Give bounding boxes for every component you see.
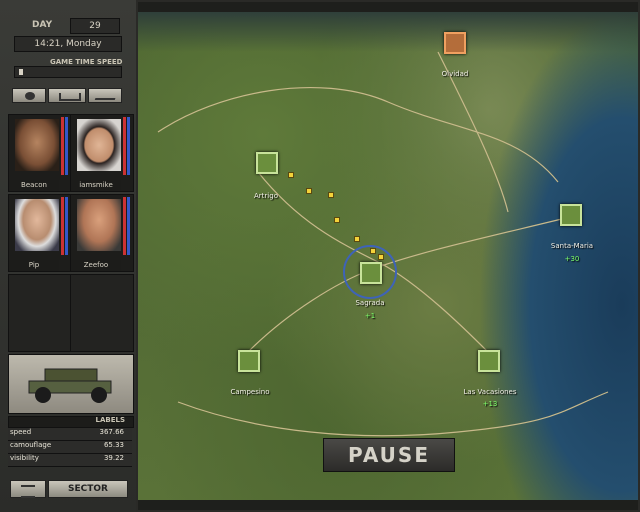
merc-name: Beacon: [9, 180, 59, 191]
town-marker-campesino[interactable]: [238, 350, 260, 372]
energy-bar: [65, 197, 68, 255]
town-name: Campesino: [230, 388, 270, 396]
stat-value: 39.22: [103, 454, 124, 462]
stat-value: 367.66: [99, 428, 125, 436]
town-value: +1: [364, 312, 376, 320]
mercenary-portrait-zeefoo[interactable]: Zeefoo: [70, 194, 134, 272]
left-panel: DAY 29 14:21, Monday GAME TIME SPEED Bea…: [0, 0, 138, 512]
town-name: Las Vacasiones: [463, 388, 517, 396]
face-beacon: [15, 119, 59, 171]
town-name: Sagrada: [355, 299, 385, 307]
empty-slot[interactable]: [8, 274, 72, 352]
world-map[interactable]: Olvidad Artrigo Santa-Maria +30 Sagrada …: [138, 12, 638, 500]
waypoint[interactable]: [328, 192, 334, 198]
town-marker-sagrada[interactable]: [360, 262, 382, 284]
vehicle-display[interactable]: [8, 354, 134, 414]
waypoint[interactable]: [306, 188, 312, 194]
stat-value: 65.33: [103, 441, 124, 449]
town-marker-santa-maria[interactable]: [560, 204, 582, 226]
stat-row-camouflage: camouflage 65.33: [8, 441, 132, 454]
waypoint[interactable]: [288, 172, 294, 178]
merc-name: Pip: [9, 260, 59, 271]
sleep-button[interactable]: [48, 88, 86, 103]
health-bar: [123, 117, 126, 175]
face-pip: [15, 199, 59, 251]
health-bar: [61, 117, 64, 175]
waypoint[interactable]: [334, 217, 340, 223]
waypoint[interactable]: [370, 248, 376, 254]
stop-icon: [25, 92, 35, 100]
energy-bar: [127, 197, 130, 255]
stat-label: camouflage: [10, 441, 52, 449]
stop-button[interactable]: [12, 88, 46, 103]
town-marker-olvidad[interactable]: [444, 32, 466, 54]
time-speed-slider[interactable]: [14, 66, 122, 78]
waypoint[interactable]: [354, 236, 360, 242]
town-name: Santa-Maria: [550, 242, 594, 250]
merc-name: iamsmike: [71, 180, 121, 191]
road-network: [157, 51, 609, 437]
sector-button[interactable]: SECTOR: [48, 480, 128, 498]
list-view-button[interactable]: [10, 480, 46, 498]
travel-button[interactable]: [88, 88, 122, 103]
empty-slot[interactable]: [70, 274, 134, 352]
energy-bar: [65, 117, 68, 175]
labels-title: LABELS: [95, 416, 126, 424]
town-marker-las-vacasiones[interactable]: [478, 350, 500, 372]
town-name: Artrigo: [254, 192, 278, 200]
list-icon: [21, 485, 35, 498]
face-iamsmike: [77, 119, 121, 171]
slider-handle[interactable]: [19, 69, 23, 75]
town-name: Olvidad: [441, 70, 469, 78]
jeep-icon: [28, 368, 112, 403]
day-value: 29: [70, 18, 120, 34]
day-label: DAY: [32, 20, 53, 30]
mercenary-portrait-pip[interactable]: Pip: [8, 194, 72, 272]
vehicle-stats: speed 367.66 camouflage 65.33 visibility…: [8, 428, 132, 467]
pause-banner[interactable]: PAUSE: [323, 438, 455, 472]
bed-icon: [59, 93, 81, 101]
health-bar: [61, 197, 64, 255]
town-marker-artrigo[interactable]: [256, 152, 278, 174]
merc-name: Zeefoo: [71, 260, 121, 271]
town-value: +13: [482, 400, 498, 408]
clock-display: 14:21, Monday: [14, 36, 122, 52]
energy-bar: [127, 117, 130, 175]
game-time-speed-label: GAME TIME SPEED: [50, 58, 123, 66]
mercenary-portrait-iamsmike[interactable]: iamsmike: [70, 114, 134, 192]
mercenary-portrait-beacon[interactable]: Beacon: [8, 114, 72, 192]
face-zeefoo: [77, 199, 121, 251]
waypoint[interactable]: [378, 254, 384, 260]
stat-label: visibility: [10, 454, 39, 462]
labels-header: LABELS: [8, 416, 134, 428]
stat-row-speed: speed 367.66: [8, 428, 132, 441]
stat-label: speed: [10, 428, 32, 436]
town-value: +30: [564, 255, 580, 263]
health-bar: [123, 197, 126, 255]
stat-row-visibility: visibility 39.22: [8, 454, 132, 467]
road-icon: [94, 93, 118, 100]
